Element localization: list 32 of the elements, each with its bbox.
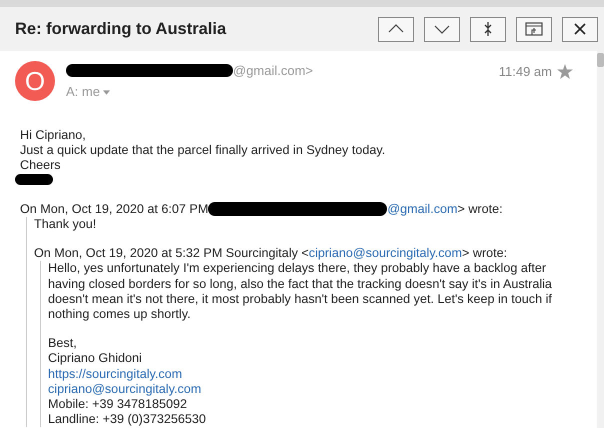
avatar: O (15, 61, 55, 101)
quote-header: > wrote: (457, 202, 503, 216)
email-link[interactable]: cipriano@sourcingitaly.com (308, 246, 462, 260)
email-link[interactable]: @gmail.com (387, 202, 458, 216)
timestamp: 11:49 am (498, 64, 552, 79)
email-subject: Re: forwarding to Australia (15, 20, 226, 38)
quote-header: On Mon, Oct 19, 2020 at 5:32 PM Sourcingitaly < (34, 246, 309, 260)
caret-icon (102, 90, 110, 96)
sender-address: @gmail.com> (233, 63, 314, 78)
body-text: Hi Cipriano, (20, 128, 87, 144)
recipient-dropdown[interactable]: A: me (66, 84, 110, 99)
body-paragraph: Hello, yes unfortunately I'm experiencing delays there, they probably have a backlog after having closed borders for so long, also the fact that the tracking doesn't say it's in Australia doesn't mean it's not there, it most probably hasn't been scanned yet. Let's keep in touch if nothing comes up shortly. (48, 261, 553, 322)
close-button[interactable] (562, 16, 598, 42)
signature-text: Best, (48, 336, 78, 352)
expand-button[interactable] (470, 16, 506, 42)
signature-link[interactable]: https://sourcingitaly.com (48, 366, 182, 381)
quote-header: On Mon, Oct 19, 2020 at 6:07 PM (20, 202, 208, 216)
signature-text: Cipriano Ghidoni (48, 351, 143, 367)
chevron-up-button[interactable] (378, 16, 414, 42)
chevron-down-button[interactable] (424, 16, 460, 42)
signature-text: Landline: +39 (0)373256530 (48, 412, 207, 428)
redaction-bar (15, 174, 53, 185)
signature-link[interactable]: cipriano@sourcingitaly.com (48, 382, 202, 396)
body-text: Thank you! (34, 217, 98, 232)
quote-header: > wrote: (462, 246, 508, 260)
star-icon[interactable] (557, 64, 573, 79)
scrollbar-thumb[interactable] (597, 53, 604, 67)
body-text: Cheers (20, 158, 62, 174)
signature-text: Mobile: +39 3478185092 (48, 397, 188, 412)
popout-icon (525, 22, 543, 36)
body-text: Just a quick update that the parcel finally arrived in Sydney today. (20, 143, 386, 158)
popout-button[interactable] (516, 16, 552, 42)
